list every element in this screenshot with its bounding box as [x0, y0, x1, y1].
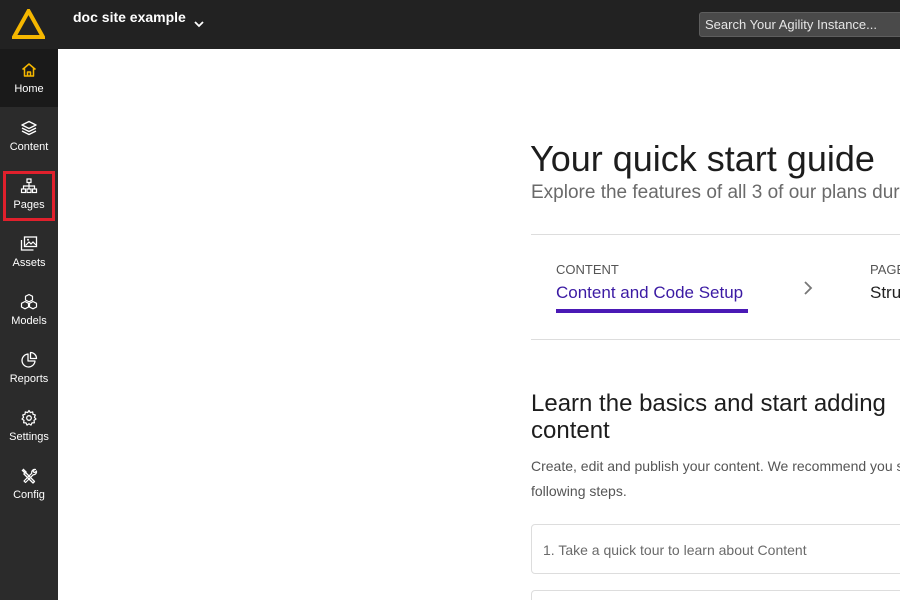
step-tab-content-setup[interactable]: Content and Code Setup: [556, 283, 743, 303]
task-text: 1. Take a quick tour to learn about Cont…: [543, 542, 807, 558]
sidebar-item-label: Models: [11, 315, 47, 327]
task-card[interactable]: [531, 590, 900, 600]
step-category: CONTENT: [556, 262, 619, 277]
home-icon: [22, 63, 36, 77]
pie-chart-icon: [21, 351, 38, 368]
chevron-down-icon[interactable]: [193, 18, 205, 30]
sitemap-icon: [20, 178, 38, 194]
sidebar-item-reports[interactable]: Reports: [0, 339, 58, 397]
chevron-right-icon: [804, 281, 813, 295]
divider-bottom: [531, 339, 900, 340]
sidebar-item-label: Content: [9, 141, 49, 153]
sidebar-item-label: Home: [14, 83, 44, 95]
sidebar-item-content[interactable]: Content: [0, 107, 58, 165]
sidebar-item-label: Reports: [9, 373, 49, 385]
tools-icon: [21, 468, 38, 484]
agility-logo-icon[interactable]: [12, 9, 45, 39]
sidebar-item-home[interactable]: Home: [0, 49, 58, 107]
section-description: Create, edit and publish your content. W…: [531, 458, 900, 499]
sidebar-item-config[interactable]: Config: [0, 455, 58, 513]
gear-icon: [21, 409, 37, 426]
sidebar-item-label: Pages: [13, 199, 45, 211]
sidebar-item-label: Assets: [12, 257, 46, 269]
section-heading: Learn the basics and start adding conten…: [531, 390, 886, 444]
images-icon: [20, 236, 38, 251]
sidebar-item-label: Config: [13, 489, 45, 501]
divider-top: [531, 234, 900, 235]
site-name[interactable]: doc site example: [73, 9, 186, 25]
step-category: PAGE: [870, 262, 900, 277]
task-card[interactable]: 1. Take a quick tour to learn about Cont…: [531, 524, 900, 574]
sidebar-item-pages[interactable]: Pages: [0, 165, 58, 223]
sidebar: Home Content Pages Assets Models Reports…: [0, 49, 58, 600]
sidebar-item-settings[interactable]: Settings: [0, 397, 58, 455]
page-subtitle: Explore the features of all 3 of our pla…: [531, 182, 900, 203]
step-tab-page-structure[interactable]: Stru: [870, 283, 900, 303]
layers-icon: [21, 120, 37, 136]
top-bar: doc site example: [0, 0, 900, 49]
search-input[interactable]: [699, 12, 900, 37]
active-step-underline: [556, 309, 748, 313]
cubes-icon: [20, 293, 38, 310]
sidebar-item-assets[interactable]: Assets: [0, 223, 58, 281]
sidebar-item-models[interactable]: Models: [0, 281, 58, 339]
main-content: Your quick start guide Explore the featu…: [58, 49, 900, 600]
page-title: Your quick start guide: [530, 138, 875, 179]
sidebar-item-label: Settings: [9, 431, 49, 443]
